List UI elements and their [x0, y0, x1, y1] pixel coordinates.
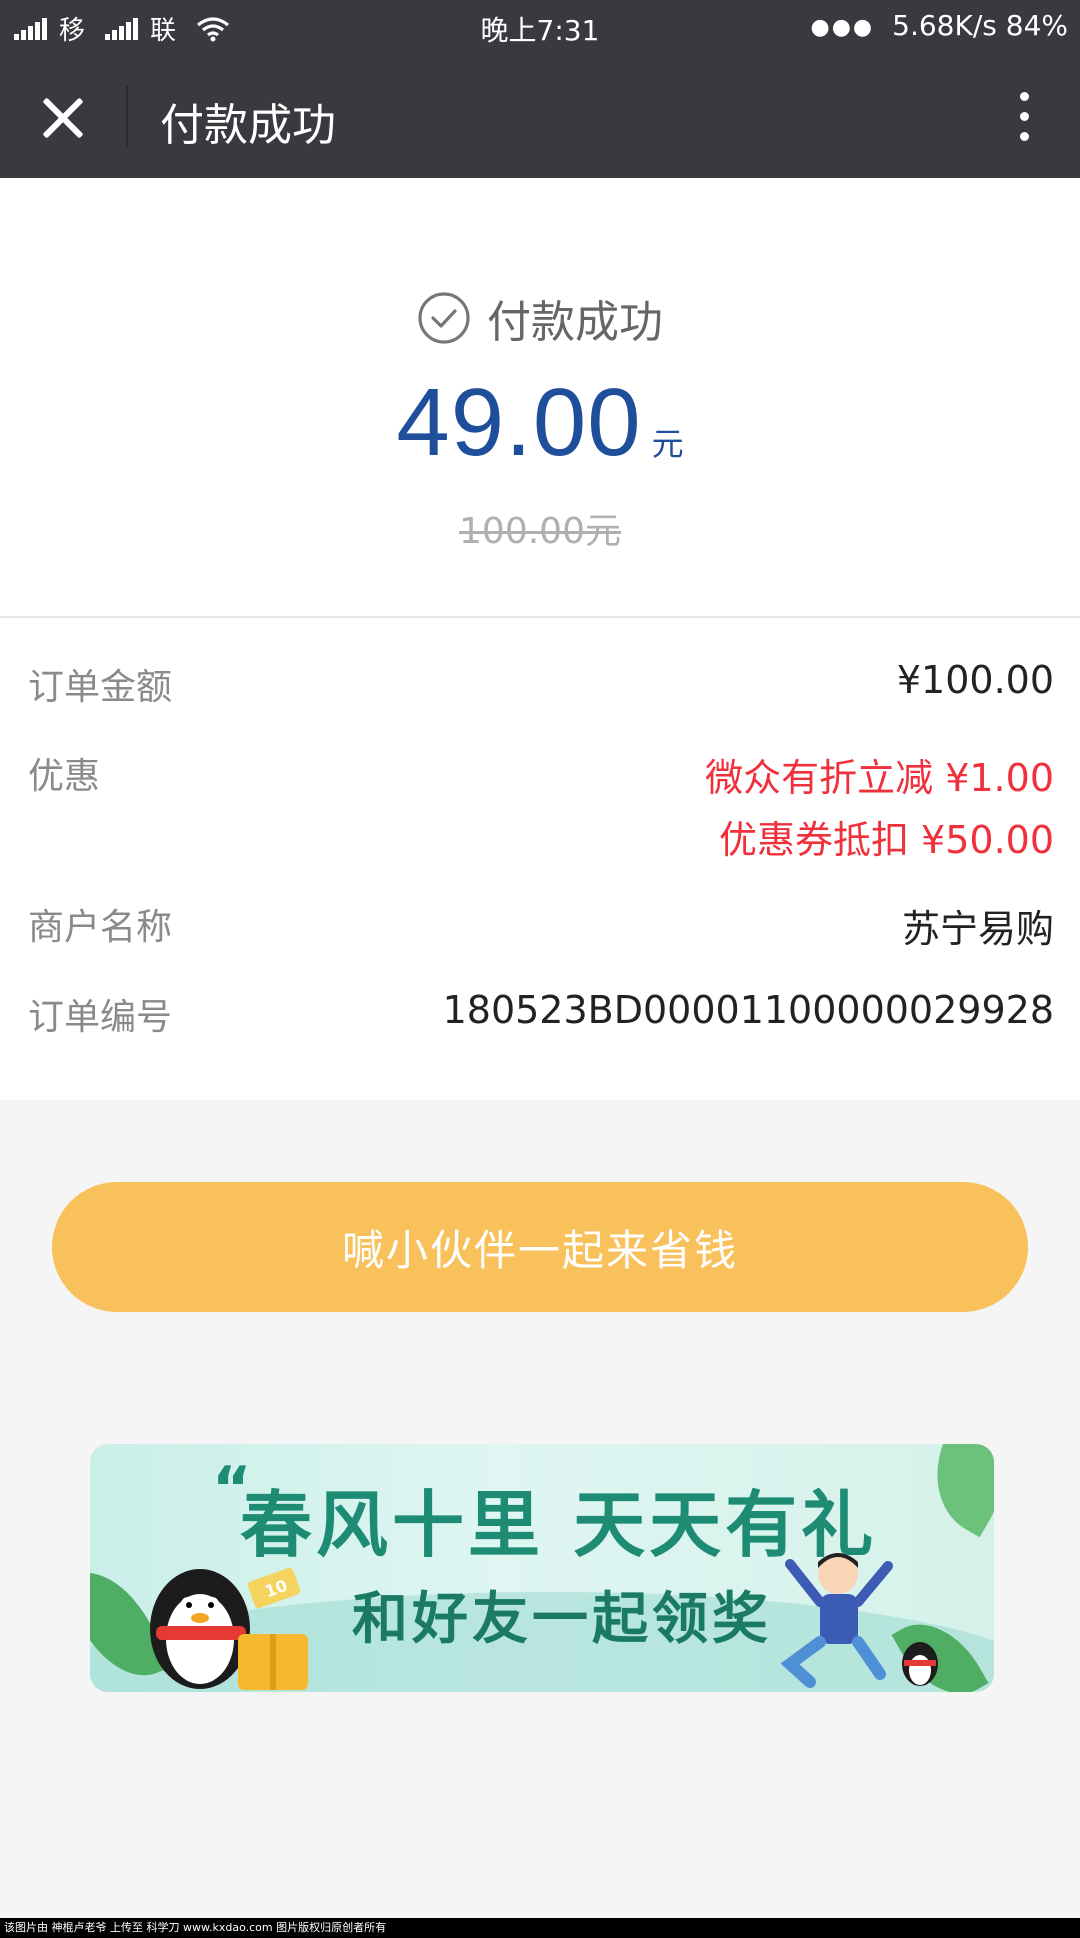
discount-row: 优惠 微众有折立减 ¥1.00 优惠券抵扣 ¥50.00	[28, 747, 1054, 867]
divider	[0, 616, 1080, 618]
paid-amount: 49.00	[396, 369, 642, 476]
discount-line-2: 优惠券抵扣 ¥50.00	[718, 818, 1054, 862]
leaf-icon	[910, 1444, 994, 1538]
order-amount-value: ¥100.00	[896, 658, 1054, 702]
order-number-label: 订单编号	[28, 997, 173, 1038]
status-right: ●●● 5.68K/s 84%	[811, 9, 1068, 42]
more-vertical-icon[interactable]	[1004, 86, 1044, 148]
amount-row: 49.00 元	[0, 368, 1080, 478]
penguin-mascot-icon	[150, 1567, 308, 1690]
network-battery: 5.68K/s 84%	[892, 9, 1068, 42]
discount-label: 优惠	[28, 756, 101, 797]
merchant-label: 商户名称	[28, 907, 173, 948]
boy-figure-icon	[780, 1553, 938, 1688]
payment-card: 付款成功 49.00 元 100.00元 订单金额 ¥100.00 优惠 微众有折…	[0, 178, 1080, 1100]
order-number-value: 180523BD00001100000029928	[442, 988, 1054, 1032]
watermark-footer: 该图片由 神棍卢老爷 上传至 科学刀 www.kxdao.com 图片版权归原创…	[0, 1918, 1080, 1938]
original-price-row: 100.00元	[0, 502, 1080, 554]
check-circle-icon	[418, 292, 470, 344]
promo-banner[interactable]: “ 春风十里 天天有礼 和好友一起领奖 10	[90, 1444, 994, 1692]
status-bar: 移 联 晚上7:31 ●●● 5.68K/s 84%	[0, 0, 1080, 56]
success-row: 付款成功	[0, 286, 1080, 350]
discount-line-1: 微众有折立减 ¥1.00	[705, 756, 1054, 800]
success-text: 付款成功	[487, 297, 663, 348]
banner-subheadline: 和好友一起领奖	[352, 1587, 772, 1652]
nav-bar: 付款成功	[0, 56, 1080, 178]
share-with-friends-button[interactable]: 喊小伙伴一起来省钱	[52, 1182, 1028, 1312]
merchant-value: 苏宁易购	[901, 907, 1054, 951]
original-price: 100.00元	[459, 511, 621, 552]
order-amount-row: 订单金额 ¥100.00	[28, 658, 1054, 718]
top-bar: 移 联 晚上7:31 ●●● 5.68K/s 84% 付款成功	[0, 0, 1080, 178]
order-amount-label: 订单金额	[28, 667, 173, 708]
more-dots-icon: ●●●	[810, 15, 875, 40]
amount-unit: 元	[651, 425, 684, 463]
merchant-row: 商户名称 苏宁易购	[28, 898, 1054, 958]
nav-divider	[126, 86, 128, 148]
order-number-row: 订单编号 180523BD00001100000029928	[28, 988, 1054, 1048]
page-title: 付款成功	[160, 100, 336, 151]
close-icon[interactable]	[30, 86, 96, 152]
